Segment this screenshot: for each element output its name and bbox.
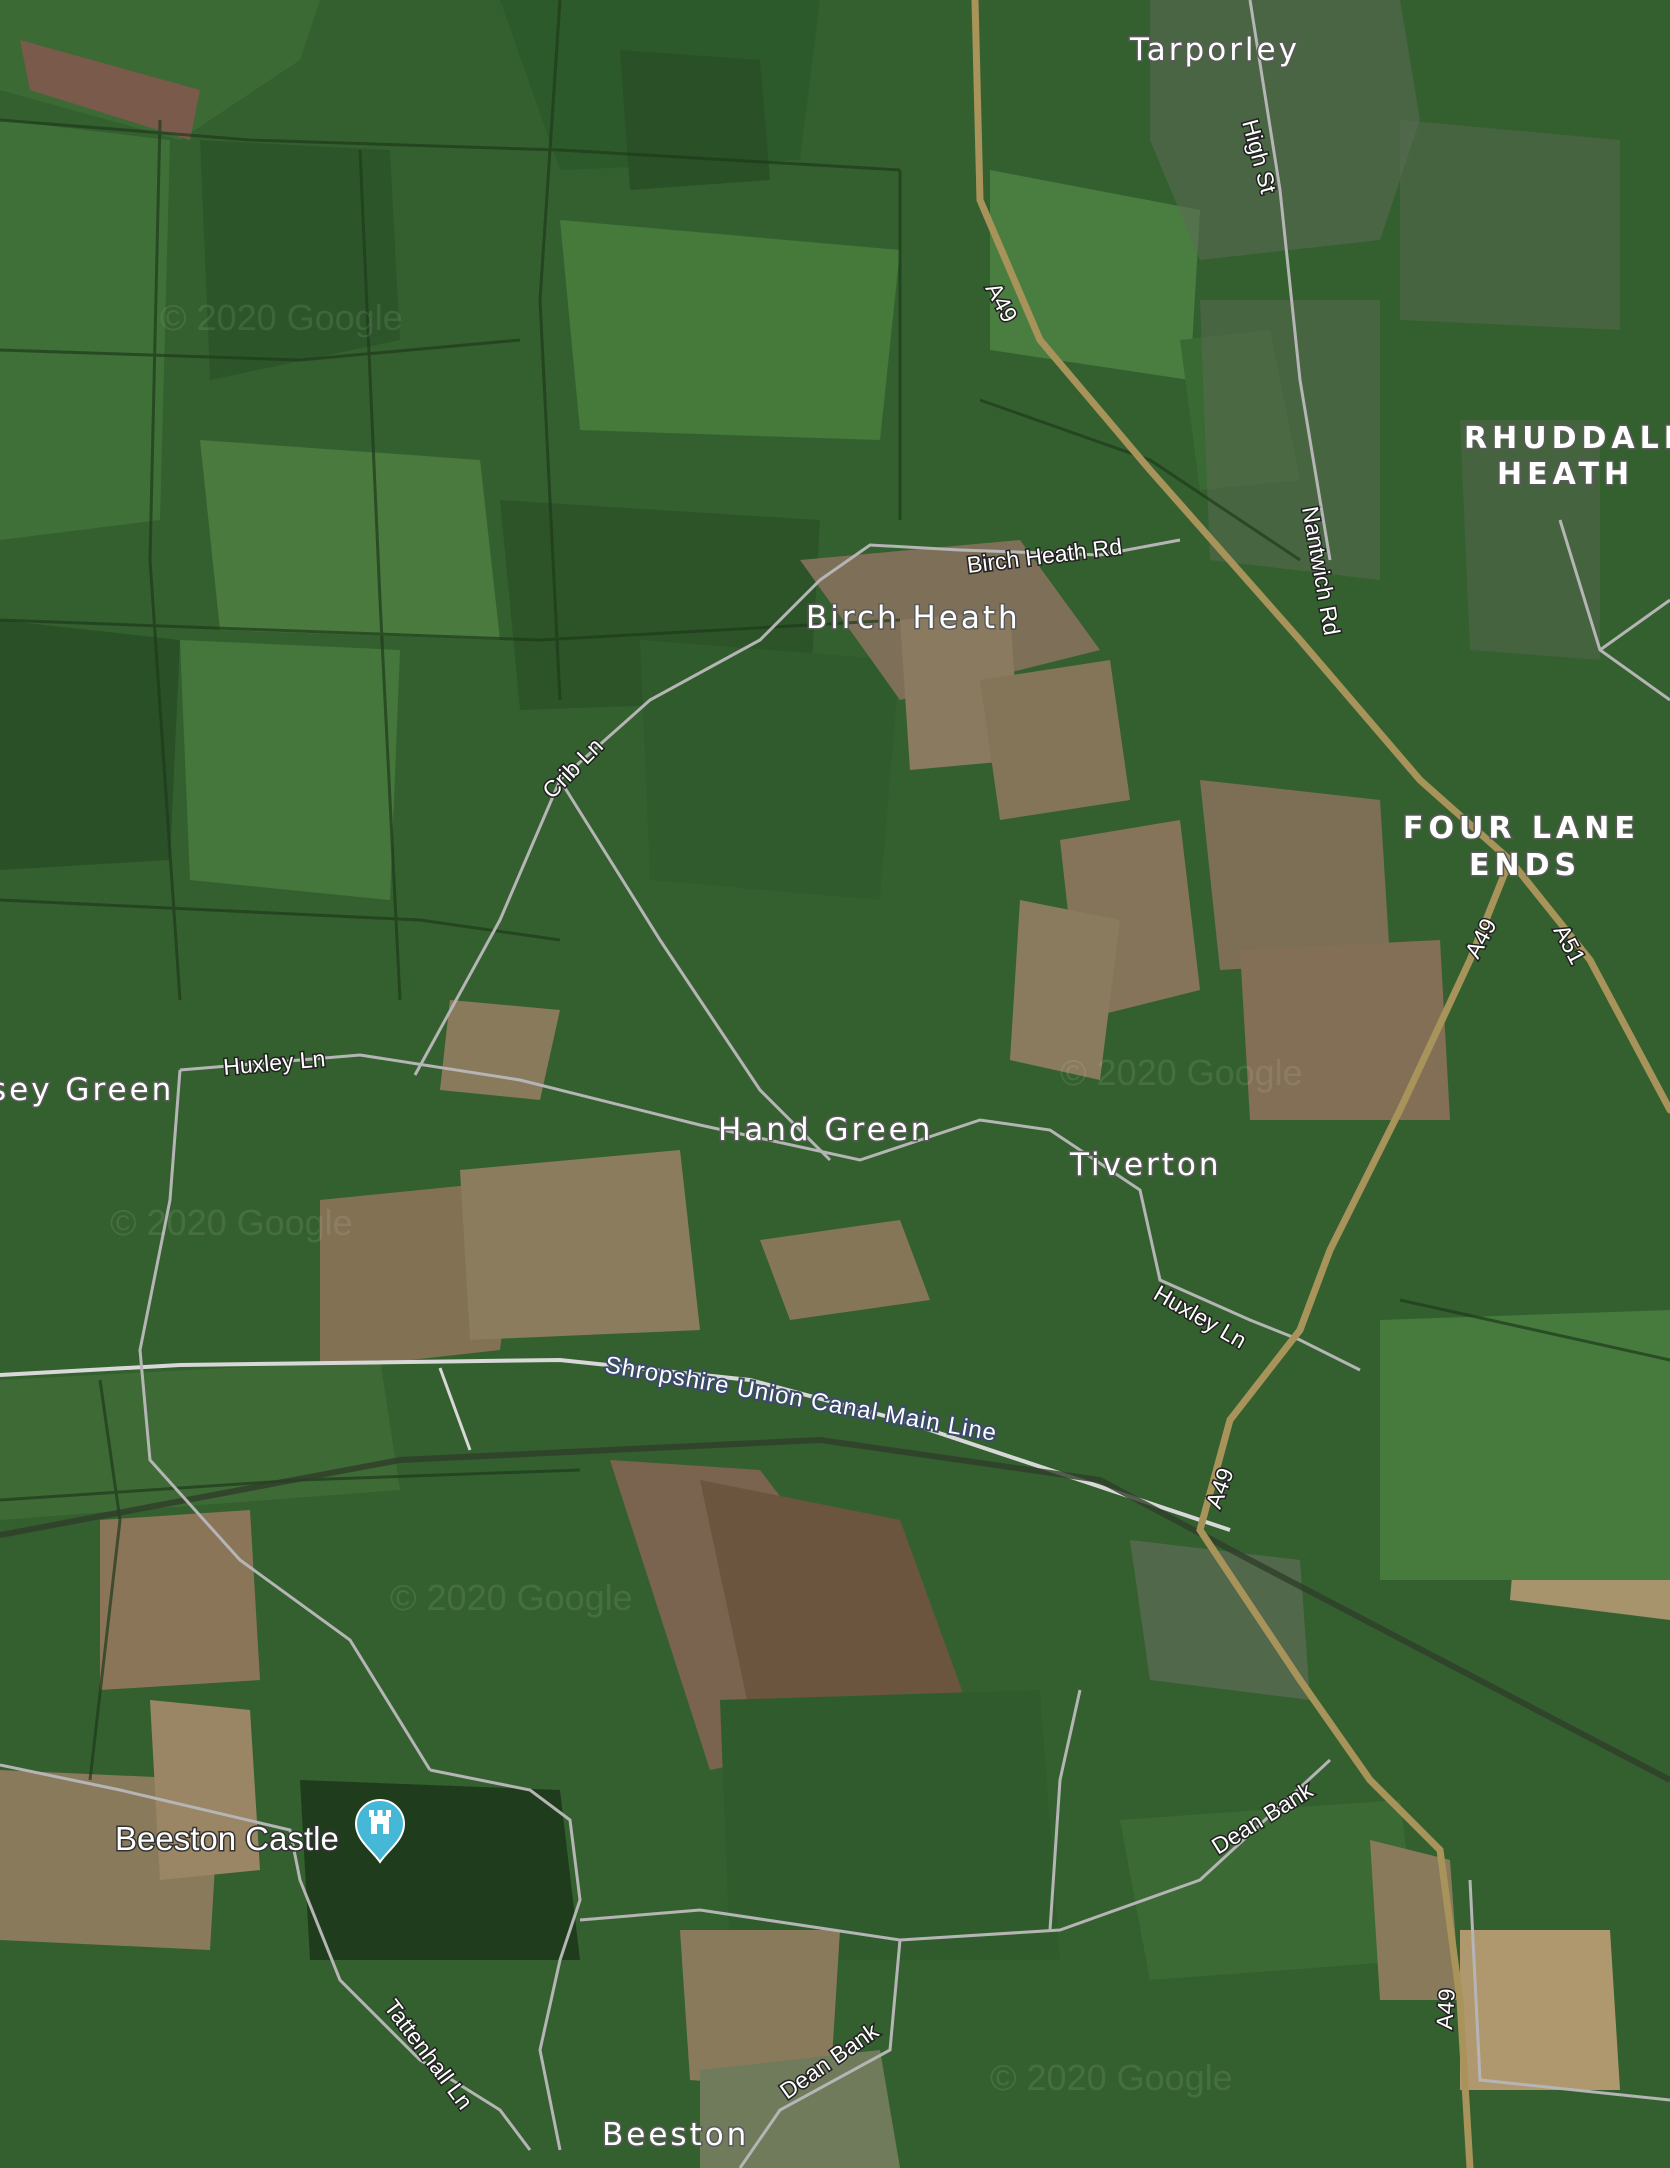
place-label-four-lane-ends: FOUR LANE xyxy=(1403,811,1640,846)
place-label-hand-green: Hand Green xyxy=(718,1112,933,1148)
place-label-four-lane-ends: ENDS xyxy=(1469,848,1581,883)
watermark-text: © 2020 Google xyxy=(110,1202,353,1243)
place-label-tarporley: Tarporley xyxy=(1129,32,1300,68)
watermark-text: © 2020 Google xyxy=(990,2057,1233,2098)
satellite-map[interactable]: © 2020 Google © 2020 Google © 2020 Googl… xyxy=(0,0,1670,2168)
road-label-a49: A49 xyxy=(1431,1988,1460,2031)
watermark-text: © 2020 Google xyxy=(160,297,403,338)
watermark-text: © 2020 Google xyxy=(390,1577,633,1618)
place-label-tiverton: Tiverton xyxy=(1069,1147,1222,1183)
place-label-rhuddall-heath: HEATH xyxy=(1497,457,1634,492)
place-label-beeston: Beeston xyxy=(602,2117,749,2153)
place-label-sey-green: sey Green xyxy=(0,1072,174,1108)
poi-label[interactable]: Beeston Castle xyxy=(114,1819,341,1859)
watermark-text: © 2020 Google xyxy=(1060,1052,1303,1093)
place-label-rhuddall-heath: RHUDDALL xyxy=(1464,421,1670,456)
place-label-birch-heath: Birch Heath xyxy=(806,600,1021,636)
